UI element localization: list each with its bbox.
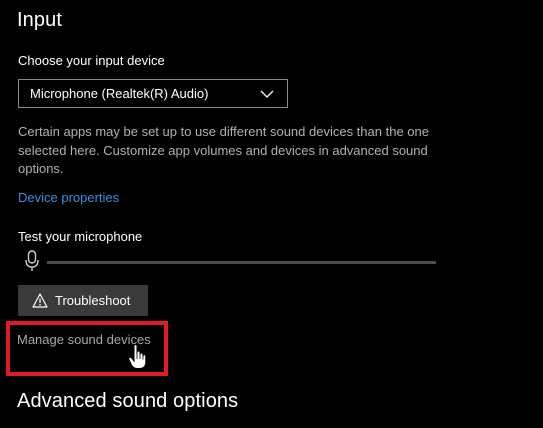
input-device-dropdown[interactable]: Microphone (Realtek(R) Audio) — [18, 79, 288, 108]
advanced-sound-options-title: Advanced sound options — [17, 390, 239, 412]
test-microphone-label: Test your microphone — [18, 229, 143, 244]
hand-cursor-icon — [128, 343, 148, 370]
warning-icon — [32, 293, 48, 308]
input-section-title: Input — [17, 9, 62, 31]
microphone-icon — [25, 250, 39, 272]
input-device-description: Certain apps may be set up to use differ… — [18, 124, 429, 176]
troubleshoot-button-label: Troubleshoot — [55, 293, 131, 308]
microphone-level-meter — [47, 261, 436, 264]
chevron-down-icon — [257, 88, 277, 100]
choose-input-device-label: Choose your input device — [18, 53, 165, 68]
troubleshoot-button[interactable]: Troubleshoot — [18, 285, 148, 316]
device-properties-link[interactable]: Device properties — [18, 190, 119, 205]
input-device-selected-value: Microphone (Realtek(R) Audio) — [30, 86, 209, 101]
